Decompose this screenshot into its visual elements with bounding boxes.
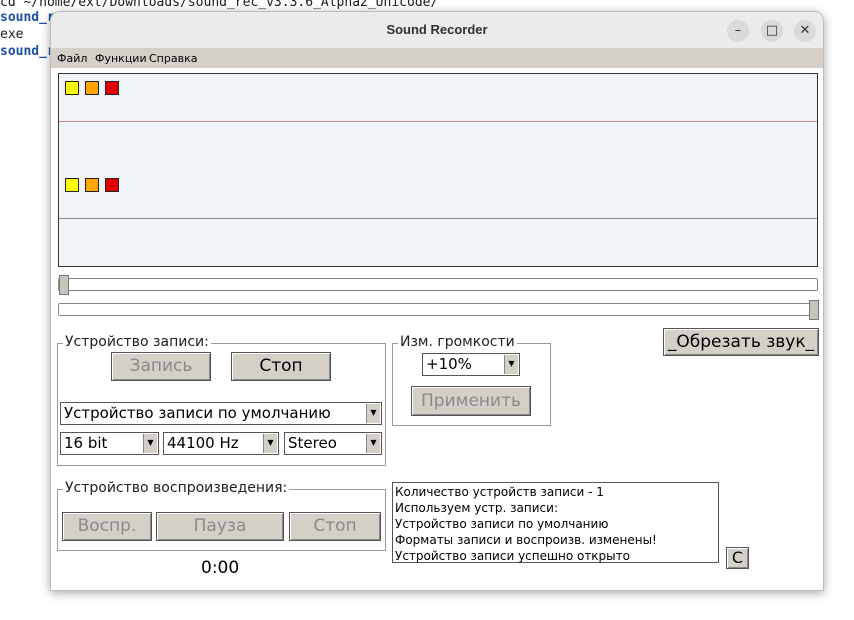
channel2-yellow-marker [65,178,79,192]
terminal-line: exe [0,27,24,42]
selection-slider-track[interactable] [58,303,818,316]
minimize-button[interactable]: – [727,20,749,42]
maximize-button[interactable]: □ [761,20,783,42]
log-line: Количество устройств записи - 1 [395,485,604,499]
chevron-down-icon: ▼ [366,434,380,453]
selection-slider-thumb[interactable] [809,300,819,320]
position-slider-thumb[interactable] [59,275,69,295]
waveform-display[interactable] [58,73,818,267]
time-display: 0:00 [201,558,240,578]
sample-rate-select[interactable]: 44100 Hz ▼ [163,432,279,455]
chevron-down-icon: ▼ [263,434,277,453]
channel1-red-marker [105,81,119,95]
bit-depth-select-value: 16 bit [64,434,108,452]
title-bar[interactable]: Sound Recorder – □ ✕ [51,12,823,49]
close-button[interactable]: ✕ [794,20,816,42]
channel2-orange-marker [85,178,99,192]
log-list[interactable]: Количество устройств записи - 1 Использу… [392,482,719,563]
trim-sound-button[interactable]: _Обрезать звук_ [663,328,819,356]
record-button[interactable]: Запись [111,352,211,381]
menu-file[interactable]: Файл [57,52,87,65]
play-button[interactable]: Воспр. [62,512,152,541]
log-line: Устройство записи по умолчанию [395,517,609,531]
menu-help[interactable]: Справка [149,52,197,65]
channel-divider [59,121,817,122]
stop-playback-button[interactable]: Стоп [289,512,381,541]
channel2-red-marker [105,178,119,192]
channels-select-value: Stereo [288,434,337,452]
chevron-down-icon: ▼ [366,404,380,423]
menu-functions[interactable]: Функции [95,52,147,65]
channel1-yellow-marker [65,81,79,95]
bit-depth-select[interactable]: 16 bit ▼ [60,432,159,455]
chevron-down-icon: ▼ [504,355,518,374]
channels-select[interactable]: Stereo ▼ [284,432,382,455]
playback-device-legend: Устройство воспроизведения: [63,480,290,496]
menu-bar: Файл Функции Справка [51,48,823,68]
channel1-orange-marker [85,81,99,95]
sample-rate-select-value: 44100 Hz [167,434,239,452]
stop-record-button[interactable]: Стоп [231,352,331,381]
volume-select-value: +10% [426,355,472,373]
chevron-down-icon: ▼ [143,434,157,453]
position-slider-track[interactable] [58,278,818,291]
record-device-legend: Устройство записи: [63,334,211,350]
sound-recorder-window: Sound Recorder – □ ✕ Файл Функции Справк… [50,11,824,591]
record-device-select[interactable]: Устройство записи по умолчанию ▼ [60,402,382,425]
pause-button[interactable]: Пауза [156,512,284,541]
log-line: Устройство записи успешно открыто [395,549,630,563]
record-device-select-value: Устройство записи по умолчанию [64,404,331,422]
clear-log-button[interactable]: C [726,547,749,569]
log-line: Используем устр. записи: [395,501,558,515]
channel-divider [59,218,817,219]
terminal-command: cd ~/home/ext/Downloads/sound_rec_v3.3.6… [0,0,439,10]
apply-volume-button[interactable]: Применить [411,386,531,416]
terminal-line: sound_r [0,44,55,59]
window-title: Sound Recorder [386,22,488,37]
volume-select[interactable]: +10% ▼ [422,353,520,376]
volume-legend: Изм. громкости [398,334,517,350]
terminal-line: sound_r [0,10,55,25]
log-line: Форматы записи и воспроизв. изменены! [395,533,657,547]
